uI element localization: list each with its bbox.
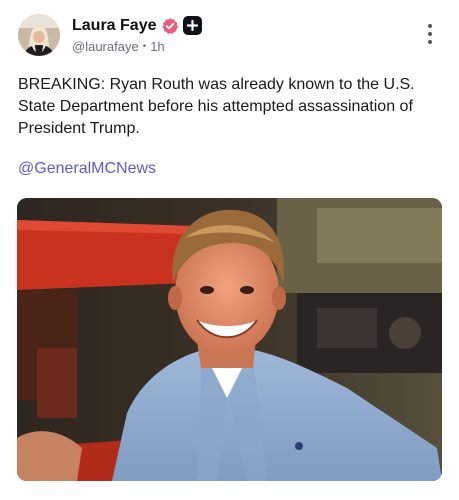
meta-separator: • — [142, 41, 147, 52]
author-display-name[interactable]: Laura Faye — [72, 17, 156, 35]
author-handle[interactable]: @laurafaye — [72, 39, 139, 54]
post-text: BREAKING: Ryan Routh was already known t… — [18, 76, 415, 137]
more-vertical-icon[interactable] — [427, 24, 433, 44]
avatar[interactable] — [18, 14, 60, 56]
mention-link[interactable]: @GeneralMCNews — [18, 160, 156, 178]
name-row: Laura Faye — [72, 15, 203, 37]
post-time[interactable]: 1h — [150, 39, 164, 54]
social-post: Laura Faye @laurafaye • 1h BREAKING: Rya… — [0, 0, 459, 500]
post-header: Laura Faye @laurafaye • 1h — [18, 14, 203, 56]
post-image[interactable] — [17, 198, 442, 481]
verified-badge-icon — [161, 17, 179, 35]
author-info: Laura Faye @laurafaye • 1h — [72, 15, 203, 56]
plus-badge-icon — [183, 16, 203, 35]
meta-row: @laurafaye • 1h — [72, 38, 202, 56]
photo-smiling-man-icon — [17, 198, 442, 481]
avatar-image — [18, 14, 60, 56]
